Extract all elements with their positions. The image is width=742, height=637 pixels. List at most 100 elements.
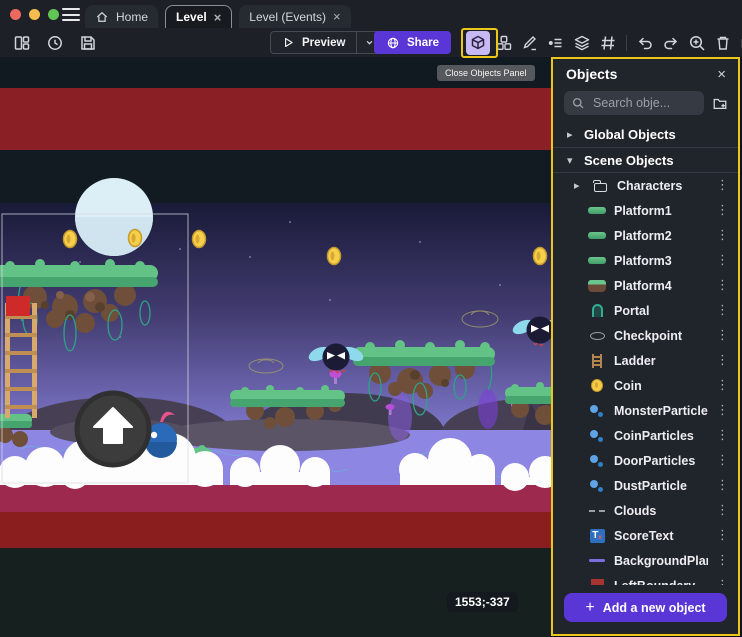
object-item-ladder[interactable]: Ladder bbox=[553, 348, 738, 373]
object-search-field[interactable] bbox=[564, 91, 704, 115]
object-item-backgroundplants[interactable]: BackgroundPlants bbox=[553, 548, 738, 573]
object-menu-icon[interactable] bbox=[716, 303, 729, 318]
tab-level-events[interactable]: Level (Events) bbox=[239, 5, 350, 28]
top-boundary-band bbox=[0, 88, 551, 150]
close-panel-icon[interactable] bbox=[717, 66, 726, 83]
scene-canvas-art bbox=[0, 57, 551, 637]
play-icon bbox=[282, 36, 295, 49]
redo-icon[interactable] bbox=[659, 31, 683, 55]
object-menu-icon[interactable] bbox=[716, 203, 729, 218]
section-label: Global Objects bbox=[584, 127, 676, 142]
folder-icon bbox=[594, 183, 607, 192]
tab-bar: Home Level Level (Events) bbox=[85, 4, 351, 28]
left-boundary-sprite[interactable] bbox=[6, 296, 30, 316]
zoom-window-button[interactable] bbox=[48, 9, 59, 20]
edit-scene-properties-icon[interactable] bbox=[737, 31, 742, 55]
window-controls bbox=[10, 9, 59, 20]
platform-thumbnail-icon bbox=[588, 280, 606, 292]
zoom-in-icon[interactable] bbox=[685, 31, 709, 55]
object-item-platform1[interactable]: Platform1 bbox=[553, 198, 738, 223]
jump-arrow-button-sprite[interactable] bbox=[77, 393, 149, 465]
object-menu-icon[interactable] bbox=[716, 378, 729, 393]
object-groups-icon[interactable] bbox=[492, 31, 516, 55]
object-item-doorparticles[interactable]: DoorParticles bbox=[553, 448, 738, 473]
object-menu-icon[interactable] bbox=[716, 503, 729, 518]
object-menu-icon[interactable] bbox=[716, 253, 729, 268]
close-tab-icon[interactable] bbox=[333, 10, 341, 23]
object-menu-icon[interactable] bbox=[716, 403, 729, 418]
undo-icon[interactable] bbox=[633, 31, 657, 55]
close-tab-icon[interactable] bbox=[214, 11, 222, 24]
object-menu-icon[interactable] bbox=[716, 428, 729, 443]
object-item-coin[interactable]: Coin bbox=[553, 373, 738, 398]
section-label: Scene Objects bbox=[584, 153, 674, 168]
close-window-button[interactable] bbox=[10, 9, 21, 20]
particles-icon bbox=[589, 479, 605, 493]
object-item-checkpoint[interactable]: Checkpoint bbox=[553, 323, 738, 348]
object-item-clouds[interactable]: Clouds bbox=[553, 498, 738, 523]
bottom-crimson-band bbox=[0, 485, 551, 512]
tab-label: Level bbox=[176, 10, 207, 24]
object-item-leftboundary[interactable]: LeftBoundary bbox=[553, 573, 738, 585]
particles-icon bbox=[589, 454, 605, 468]
object-menu-icon[interactable] bbox=[716, 528, 729, 543]
object-item-coinparticles[interactable]: CoinParticles bbox=[553, 423, 738, 448]
grid-icon[interactable] bbox=[596, 31, 620, 55]
object-menu-icon[interactable] bbox=[716, 578, 729, 585]
preview-button-group: Preview bbox=[270, 31, 383, 54]
object-item-portal[interactable]: Portal bbox=[553, 298, 738, 323]
object-item-characters[interactable]: Characters bbox=[553, 173, 738, 198]
particles-icon bbox=[589, 429, 605, 443]
scene-editor-canvas[interactable]: 1553;-337 bbox=[0, 57, 551, 637]
global-objects-section[interactable]: Global Objects bbox=[553, 121, 738, 147]
object-menu-icon[interactable] bbox=[716, 228, 729, 243]
object-menu-icon[interactable] bbox=[716, 178, 729, 193]
object-menu-icon[interactable] bbox=[716, 278, 729, 293]
object-item-platform2[interactable]: Platform2 bbox=[553, 223, 738, 248]
add-folder-icon[interactable] bbox=[712, 95, 728, 111]
object-menu-icon[interactable] bbox=[716, 453, 729, 468]
object-menu-icon[interactable] bbox=[716, 328, 729, 343]
gdevelop-window: Home Level Level (Events) bbox=[0, 0, 742, 637]
objects-cube-icon bbox=[469, 34, 487, 52]
add-new-object-button[interactable]: Add a new object bbox=[564, 593, 727, 622]
preview-button[interactable]: Preview bbox=[271, 32, 356, 53]
tooltip: Close Objects Panel bbox=[437, 65, 535, 81]
history-icon[interactable] bbox=[43, 31, 67, 55]
objects-panel-title: Objects bbox=[566, 66, 717, 82]
minimize-window-button[interactable] bbox=[29, 9, 40, 20]
object-menu-icon[interactable] bbox=[716, 478, 729, 493]
toggle-objects-panel-button[interactable] bbox=[466, 31, 490, 55]
object-item-platform3[interactable]: Platform3 bbox=[553, 248, 738, 273]
object-menu-icon[interactable] bbox=[716, 553, 729, 568]
layers-icon[interactable] bbox=[570, 31, 594, 55]
tab-label: Home bbox=[116, 10, 148, 24]
object-item-monsterparticles[interactable]: MonsterParticles bbox=[553, 398, 738, 423]
edit-pencil-icon[interactable] bbox=[518, 31, 542, 55]
preview-label: Preview bbox=[302, 37, 345, 49]
object-menu-icon[interactable] bbox=[716, 353, 729, 368]
titlebar: Home Level Level (Events) bbox=[0, 0, 742, 28]
share-button[interactable]: Share bbox=[374, 31, 451, 54]
plus-icon bbox=[585, 599, 594, 617]
ufo-outline-icon bbox=[590, 332, 605, 340]
save-icon[interactable] bbox=[76, 31, 100, 55]
layout-panels-icon[interactable] bbox=[10, 31, 34, 55]
scene-objects-section[interactable]: Scene Objects bbox=[553, 147, 738, 173]
trash-icon[interactable] bbox=[711, 31, 735, 55]
object-item-dustparticle[interactable]: DustParticle bbox=[553, 473, 738, 498]
objects-list: Characters Platform1 Platform2 Platform3 bbox=[553, 173, 738, 585]
caret-right-icon bbox=[574, 179, 583, 192]
moon-sprite[interactable] bbox=[75, 178, 153, 256]
object-item-scoretext[interactable]: ScoreText bbox=[553, 523, 738, 548]
main-menu-icon[interactable] bbox=[62, 8, 80, 21]
search-input[interactable] bbox=[591, 95, 681, 111]
instance-properties-icon[interactable] bbox=[544, 31, 568, 55]
tab-home[interactable]: Home bbox=[85, 5, 158, 28]
tab-level[interactable]: Level bbox=[165, 5, 232, 28]
ladder-icon bbox=[592, 354, 602, 368]
object-item-platform4[interactable]: Platform4 bbox=[553, 273, 738, 298]
tab-label: Level (Events) bbox=[249, 10, 326, 24]
share-label: Share bbox=[407, 37, 439, 49]
caret-down-icon bbox=[567, 154, 576, 167]
